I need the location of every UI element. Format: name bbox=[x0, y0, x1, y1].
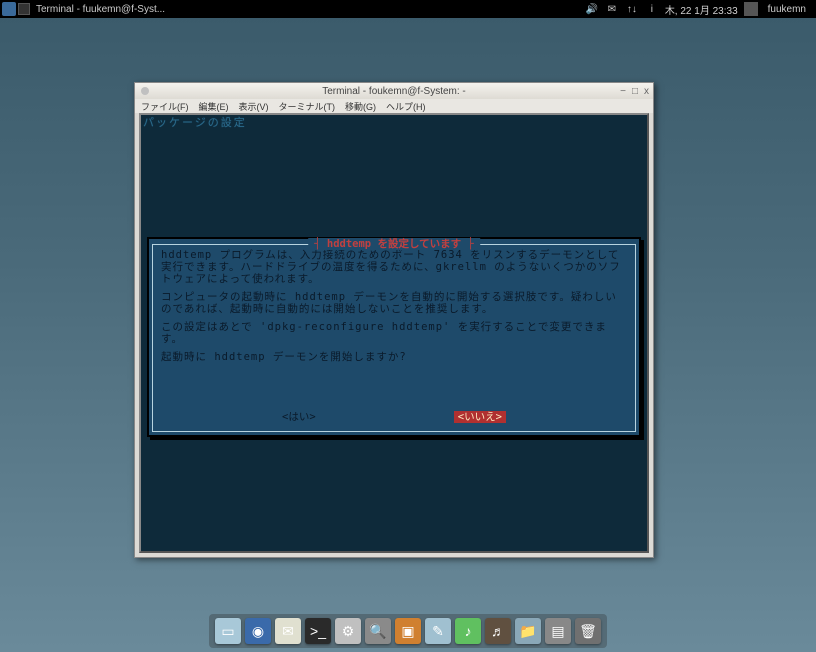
terminal-viewport[interactable]: パッケージの設定 ┤ hddtemp を設定しています ├ hddtemp プロ… bbox=[139, 113, 649, 553]
network-icon[interactable]: ↑↓ bbox=[625, 2, 639, 16]
dialog-buttons: <はい> <いいえ> bbox=[153, 411, 635, 423]
close-button[interactable]: x bbox=[644, 86, 649, 97]
maximize-button[interactable]: □ bbox=[632, 86, 638, 97]
menu-file[interactable]: ファイル(F) bbox=[141, 100, 189, 113]
dock-web-browser[interactable]: ◉ bbox=[245, 618, 271, 644]
menu-view[interactable]: 表示(V) bbox=[239, 100, 269, 113]
dock-images[interactable]: ▤ bbox=[545, 618, 571, 644]
menu-terminal[interactable]: ターミナル(T) bbox=[279, 100, 336, 113]
dock-music[interactable]: ♪ bbox=[455, 618, 481, 644]
terminal-menubar: ファイル(F) 編集(E) 表示(V) ターミナル(T) 移動(G) ヘルプ(H… bbox=[135, 99, 653, 113]
no-button[interactable]: <いいえ> bbox=[454, 411, 506, 423]
panel-right: 🔊 ✉ ↑↓ i 木, 22 1月 23:33 fuukemn bbox=[585, 2, 816, 17]
yes-button[interactable]: <はい> bbox=[282, 411, 316, 423]
dialog-para-2: コンピュータの起動時に hddtemp デーモンを自動的に開始する選択肢です。疑… bbox=[161, 291, 627, 315]
dock-filemanager[interactable]: ▭ bbox=[215, 618, 241, 644]
dock-audio[interactable]: ♬ bbox=[485, 618, 511, 644]
dock-search[interactable]: 🔍 bbox=[365, 618, 391, 644]
dock-notes[interactable]: ✎ bbox=[425, 618, 451, 644]
package-config-header: パッケージの設定 bbox=[143, 117, 645, 130]
window-titlebar[interactable]: Terminal - foukemn@f-System: - − □ x bbox=[135, 83, 653, 99]
dock-settings[interactable]: ⚙ bbox=[335, 618, 361, 644]
taskbar-task[interactable]: Terminal - fuukemn@f-Syst... bbox=[32, 4, 169, 15]
window-title: Terminal - foukemn@f-System: - bbox=[322, 86, 466, 97]
dialog-title: ┤ hddtemp を設定しています ├ bbox=[308, 238, 480, 250]
dock-mail[interactable]: ✉ bbox=[275, 618, 301, 644]
volume-icon[interactable]: 🔊 bbox=[585, 2, 599, 16]
mail-icon[interactable]: ✉ bbox=[605, 2, 619, 16]
minimize-button[interactable]: − bbox=[620, 86, 626, 97]
dock-terminal[interactable]: >_ bbox=[305, 618, 331, 644]
dialog-para-3: この設定はあとで 'dpkg-reconfigure hddtemp' を実行す… bbox=[161, 321, 627, 345]
apps-menu-icon[interactable] bbox=[2, 2, 16, 16]
dock-folder[interactable]: 📁 bbox=[515, 618, 541, 644]
clock[interactable]: 木, 22 1月 23:33 bbox=[665, 2, 738, 17]
window-menu-icon[interactable] bbox=[141, 87, 149, 95]
terminal-window: Terminal - foukemn@f-System: - − □ x ファイ… bbox=[134, 82, 654, 558]
menu-go[interactable]: 移動(G) bbox=[345, 100, 376, 113]
top-panel: Terminal - fuukemn@f-Syst... 🔊 ✉ ↑↓ i 木,… bbox=[0, 0, 816, 18]
dock-package[interactable]: ▣ bbox=[395, 618, 421, 644]
menu-help[interactable]: ヘルプ(H) bbox=[386, 100, 426, 113]
window-controls: − □ x bbox=[620, 86, 649, 97]
user-menu[interactable]: fuukemn bbox=[764, 4, 810, 15]
menu-edit[interactable]: 編集(E) bbox=[199, 100, 229, 113]
debconf-dialog: ┤ hddtemp を設定しています ├ hddtemp プログラムは、入力接続… bbox=[147, 237, 641, 437]
taskbar-terminal-icon[interactable] bbox=[18, 3, 30, 15]
dialog-para-1: hddtemp プログラムは、入力接続のためのポート 7634 をリスンするデー… bbox=[161, 249, 627, 285]
dock-trash[interactable]: 🗑 bbox=[575, 618, 601, 644]
dock: ▭ ◉ ✉ >_ ⚙ 🔍 ▣ ✎ ♪ ♬ 📁 ▤ 🗑 bbox=[209, 614, 607, 648]
info-icon[interactable]: i bbox=[645, 2, 659, 16]
dialog-question: 起動時に hddtemp デーモンを開始しますか? bbox=[161, 351, 627, 363]
panel-left: Terminal - fuukemn@f-Syst... bbox=[0, 2, 169, 16]
dialog-frame: ┤ hddtemp を設定しています ├ hddtemp プログラムは、入力接続… bbox=[152, 244, 636, 432]
workspace-switcher[interactable] bbox=[744, 2, 758, 16]
